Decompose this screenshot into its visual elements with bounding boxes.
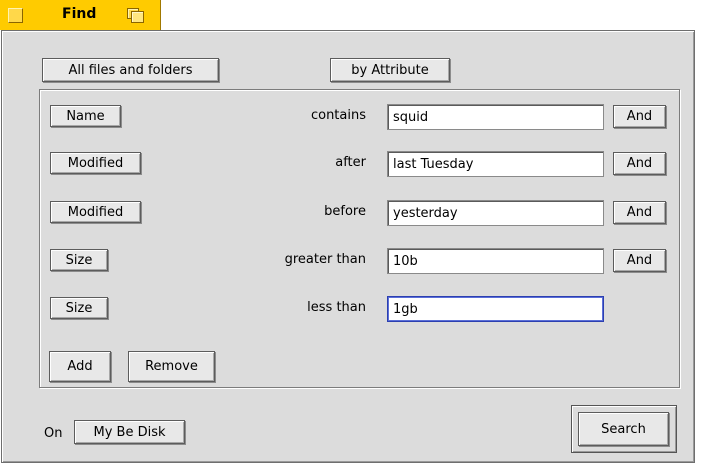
window-title: Find [62, 6, 97, 22]
and-button[interactable]: And [613, 105, 666, 128]
add-criteria-button[interactable]: Add [49, 351, 111, 382]
criteria-value-field[interactable] [387, 296, 604, 322]
operator-label[interactable]: less than [307, 300, 366, 315]
criteria-row: Size less than [0, 294, 701, 324]
search-button[interactable]: Search [578, 412, 669, 446]
search-mode-menu-button[interactable]: by Attribute [330, 58, 450, 82]
criteria-value-field[interactable] [387, 104, 604, 130]
criteria-value-field[interactable] [387, 248, 604, 274]
criteria-row: Modified before And [0, 198, 701, 228]
and-button[interactable]: And [613, 249, 666, 272]
zoom-box-icon[interactable] [127, 8, 145, 23]
criteria-row: Size greater than And [0, 246, 701, 276]
operator-label[interactable]: contains [311, 108, 366, 123]
operator-label[interactable]: greater than [285, 252, 366, 267]
criteria-row: Modified after And [0, 149, 701, 179]
criteria-row: Name contains And [0, 102, 701, 132]
attribute-menu-button[interactable]: Modified [50, 201, 141, 223]
window-tab[interactable]: Find [0, 0, 161, 30]
close-box-icon[interactable] [8, 8, 23, 23]
and-button[interactable]: And [613, 152, 666, 175]
operator-label[interactable]: before [324, 204, 366, 219]
criteria-value-field[interactable] [387, 151, 604, 177]
scope-menu-button[interactable]: All files and folders [42, 58, 219, 82]
on-label: On [44, 426, 63, 441]
criteria-value-field[interactable] [387, 200, 604, 226]
operator-label[interactable]: after [335, 155, 366, 170]
attribute-menu-button[interactable]: Size [50, 249, 108, 271]
and-button[interactable]: And [613, 201, 666, 224]
attribute-menu-button[interactable]: Modified [50, 152, 141, 174]
remove-criteria-button[interactable]: Remove [128, 351, 215, 382]
volume-menu-button[interactable]: My Be Disk [74, 420, 185, 444]
query-panel [39, 89, 680, 388]
attribute-menu-button[interactable]: Size [50, 297, 108, 319]
attribute-menu-button[interactable]: Name [50, 105, 121, 127]
